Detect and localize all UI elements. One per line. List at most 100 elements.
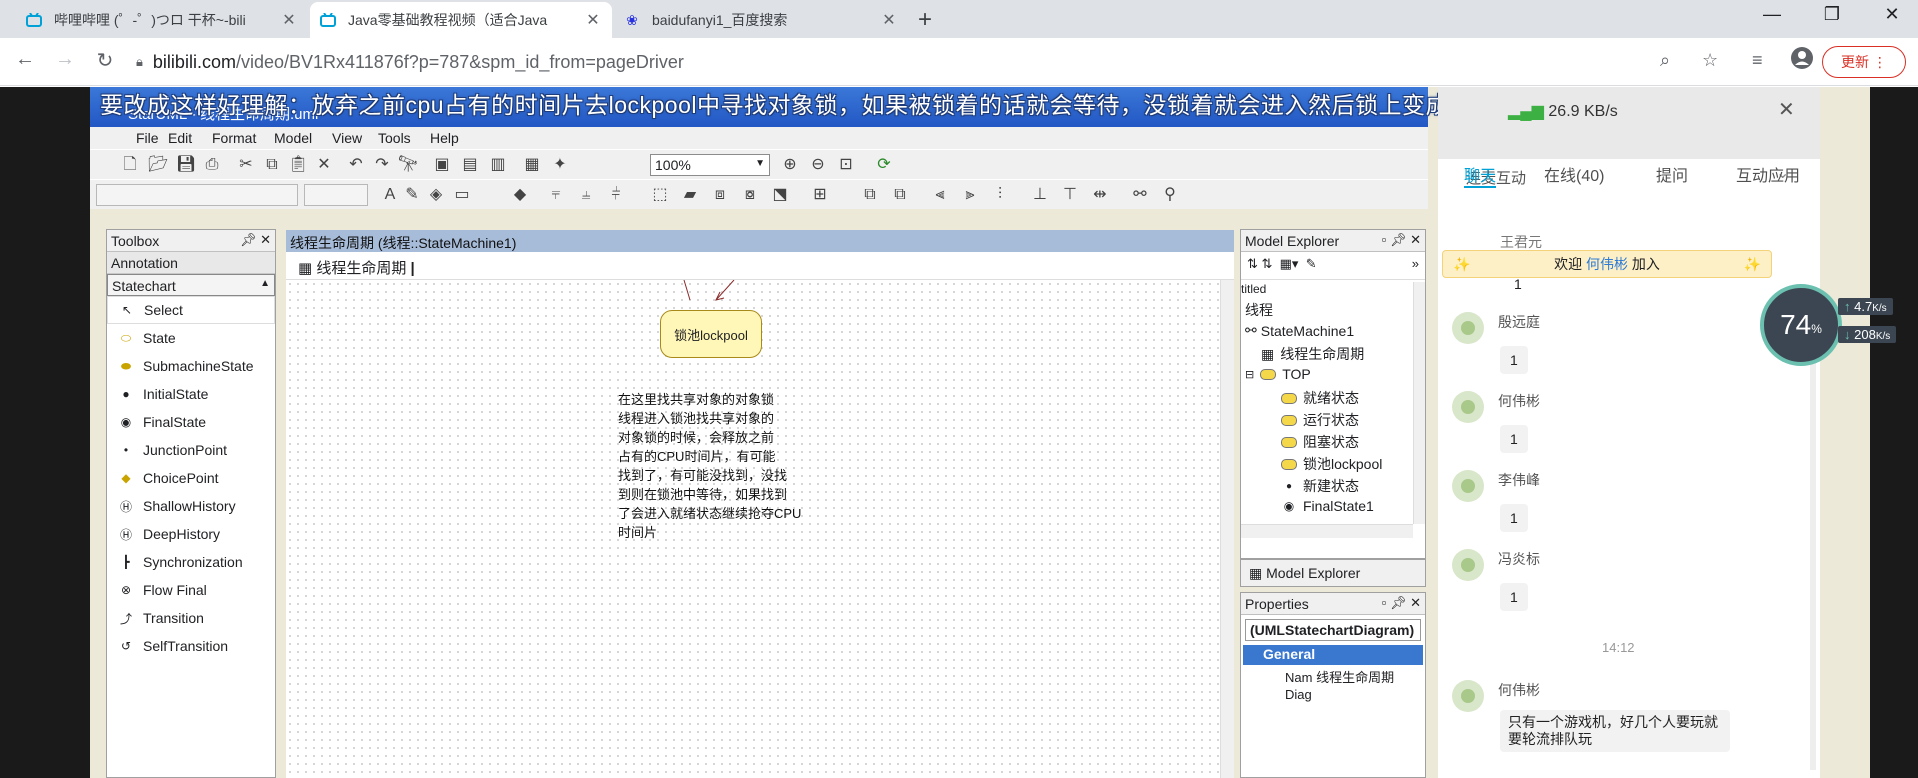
stack-icon[interactable]: ⧉ (860, 185, 880, 205)
close-tab-icon[interactable]: ✕ (880, 10, 898, 30)
tree-item[interactable]: ▦ 线程生命周期 (1261, 344, 1364, 364)
stack2-icon[interactable]: ⧉ (890, 185, 910, 205)
refresh-diagram-icon[interactable]: ⟳ (874, 155, 894, 175)
tab-online[interactable]: 在线(40) (1544, 162, 1604, 186)
paste-icon[interactable]: 📋︎ (288, 155, 308, 175)
panel-controls[interactable]: 📌︎ ✕ (240, 232, 271, 248)
line-color-icon[interactable]: ◆ (510, 185, 530, 205)
tree-item[interactable]: ⚯ StateMachine1 (1245, 322, 1354, 339)
menu-file[interactable]: File (136, 130, 159, 146)
space-v-icon[interactable]: ⊤ (1060, 185, 1080, 205)
print-icon[interactable]: ⎙ (202, 155, 222, 175)
connect-icon[interactable]: ⚯ (1130, 185, 1150, 205)
tool-flowfinal[interactable]: ⊗ Flow Final (107, 576, 275, 604)
reading-list-icon[interactable]: ≡ (1752, 50, 1763, 71)
zoom-select[interactable]: 100% ▼ (650, 154, 770, 176)
save-icon[interactable]: 💾︎ (176, 155, 196, 175)
filter-icon[interactable]: ▦▾ (1280, 256, 1299, 271)
zoom-fit-icon[interactable]: ⊡ (836, 155, 856, 175)
tool-synchronization[interactable]: ┣ Synchronization (107, 548, 275, 576)
menu-tools[interactable]: Tools (378, 130, 411, 146)
tree-item[interactable]: 就绪状态 (1281, 388, 1359, 408)
add-diagram-icon[interactable]: ▣ (432, 155, 452, 175)
sort-icon[interactable]: ⇅ ⇅ (1247, 256, 1272, 271)
open-folder-icon[interactable]: 📂︎ (148, 155, 168, 175)
minimize-icon[interactable]: — (1752, 4, 1792, 25)
explorer-vscroll[interactable] (1413, 282, 1425, 524)
diagram-view-icon[interactable]: ▤ (460, 155, 480, 175)
menu-model[interactable]: Model (274, 130, 312, 146)
new-tab-icon[interactable]: + (918, 6, 932, 34)
zoom-icon[interactable]: ⌕ (1660, 50, 1670, 71)
tool-choicepoint[interactable]: ◆ ChoicePoint (107, 464, 275, 492)
panel-controls[interactable]: ▫ 📌︎ ✕ (1382, 595, 1421, 611)
property-row-name[interactable]: Nam 线程生命周期 (1241, 665, 1425, 685)
profile-avatar[interactable] (1790, 46, 1814, 75)
close-tab-icon[interactable]: ✕ (280, 10, 298, 30)
tree-item[interactable]: 线程 (1245, 300, 1273, 320)
font-size-select[interactable] (304, 184, 368, 206)
tool-submachinestate[interactable]: ⬬ SubmachineState (107, 352, 275, 380)
browser-tab-video[interactable]: Java零基础教程视频（适合Java ✕ (310, 2, 612, 38)
new-file-icon[interactable]: 🗋 (120, 155, 140, 175)
bookmark-star-icon[interactable]: ☆ (1702, 50, 1718, 71)
font-color-icon[interactable]: ✎ (402, 185, 422, 205)
tool-junctionpoint[interactable]: • JunctionPoint (107, 436, 275, 464)
tree-item[interactable]: ⊟ TOP (1245, 366, 1311, 382)
align-bottom-icon[interactable]: ⫩ (606, 185, 626, 205)
toolbox-group-statechart[interactable]: Statechart ▲ (107, 274, 275, 296)
bring-front-icon[interactable]: ⧈ (710, 185, 730, 205)
tool-initialstate[interactable]: ● InitialState (107, 380, 275, 408)
tab-chat[interactable]: 聊天 (1464, 162, 1496, 186)
close-icon[interactable]: ✕ (1778, 97, 1795, 122)
align-left-icon[interactable]: ⫷ (930, 185, 950, 205)
zoom-out-icon[interactable]: ⊖ (808, 155, 828, 175)
group-icon[interactable]: ▰ (680, 185, 700, 205)
back-icon[interactable]: ← (10, 48, 40, 71)
font-style-icon[interactable]: A (380, 185, 400, 205)
redo-icon[interactable]: ↷ (372, 155, 392, 175)
align-center-icon[interactable]: ⫶ (990, 185, 1010, 205)
update-button[interactable]: 更新 ⋮ (1822, 46, 1906, 78)
layout-icon[interactable]: ⬚ (650, 185, 670, 205)
menu-view[interactable]: View (332, 130, 362, 146)
tab-questions[interactable]: 提问 (1656, 162, 1688, 186)
browser-tab-baidu[interactable]: ❀ baidufanyi1_百度搜索 ✕ (614, 2, 908, 38)
zoom-in-icon[interactable]: ⊕ (780, 155, 800, 175)
diagram-settings-icon[interactable]: ▥ (488, 155, 508, 175)
close-tab-icon[interactable]: ✕ (584, 10, 602, 30)
tree-layout-icon[interactable]: ⊞ (810, 185, 830, 205)
tool-state[interactable]: ⬭ State (107, 324, 275, 352)
tree-item[interactable]: 阻塞状态 (1281, 432, 1359, 452)
maximize-icon[interactable]: ❐ (1812, 4, 1852, 25)
tool-transition[interactable]: ⤴ Transition (107, 604, 275, 632)
toolbox-group-annotation[interactable]: Annotation (107, 252, 275, 274)
font-name-select[interactable] (96, 184, 298, 206)
send-back-icon[interactable]: ⧇ (740, 185, 760, 205)
undo-icon[interactable]: ↶ (346, 155, 366, 175)
tree-item[interactable]: ◉ FinalState1 (1281, 498, 1374, 514)
distribute-icon[interactable]: ⇹ (1090, 185, 1110, 205)
magic-icon[interactable]: ✦ (550, 155, 570, 175)
reload-icon[interactable]: ↻ (90, 48, 120, 73)
tree-item[interactable]: titled (1241, 282, 1266, 296)
explorer-hscroll[interactable] (1241, 524, 1413, 538)
diagram-tab[interactable]: ▦ 线程生命周期 | (286, 252, 1234, 280)
tool-finalstate[interactable]: ◉ FinalState (107, 408, 275, 436)
menu-format[interactable]: Format (212, 130, 256, 146)
menu-edit[interactable]: Edit (168, 130, 192, 146)
export-icon[interactable]: ▦ (522, 155, 542, 175)
find-icon[interactable]: 🔭︎ (398, 155, 418, 175)
copy-icon[interactable]: ⧉ (262, 155, 282, 175)
panel-controls[interactable]: ▫ 📌︎ ✕ (1382, 232, 1421, 248)
align-middle-icon[interactable]: ⫨ (576, 185, 596, 205)
menu-help[interactable]: Help (430, 130, 459, 146)
tab-apps[interactable]: 互动应用 (1736, 162, 1800, 186)
diagram-note[interactable]: 在这里找共享对象的对象锁 线程进入锁池找共享对象的 对象锁的时候，会释放之前 占… (618, 390, 834, 542)
tree-item[interactable]: 运行状态 (1281, 410, 1359, 430)
browser-tab-bilibili[interactable]: 哔哩哔哩 (゜-゜)つロ 干杯~-bili ✕ (16, 2, 308, 38)
tool-shallowhistory[interactable]: Ⓗ ShallowHistory (107, 492, 275, 520)
tree-item[interactable]: 锁池lockpool (1281, 454, 1382, 474)
arrange-icon[interactable]: ⬔ (770, 185, 790, 205)
hierarchy-icon[interactable]: ⚲ (1160, 185, 1180, 205)
